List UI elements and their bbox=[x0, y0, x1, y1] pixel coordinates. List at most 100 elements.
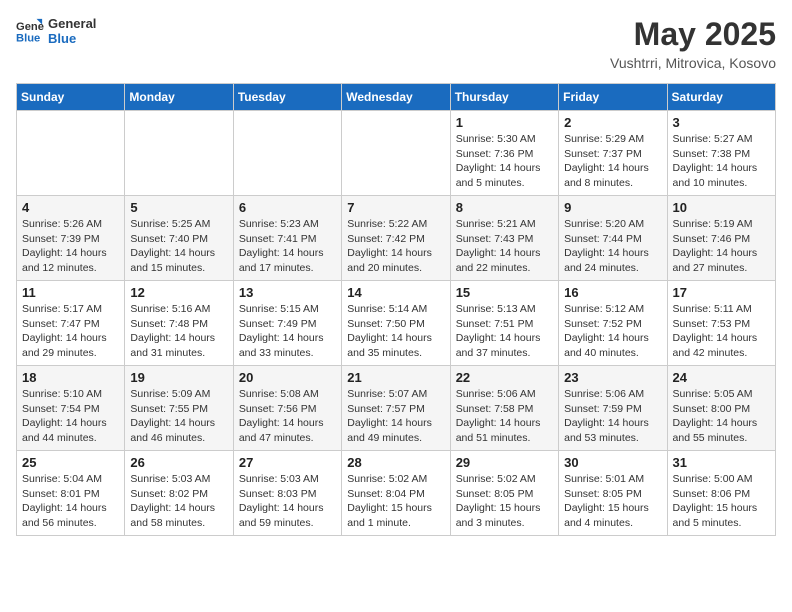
calendar-cell: 16 Sunrise: 5:12 AM Sunset: 7:52 PM Dayl… bbox=[559, 281, 667, 366]
calendar-cell bbox=[342, 111, 450, 196]
logo: General Blue General Blue bbox=[16, 16, 96, 46]
calendar-cell: 3 Sunrise: 5:27 AM Sunset: 7:38 PM Dayli… bbox=[667, 111, 775, 196]
weekday-header-tuesday: Tuesday bbox=[233, 84, 341, 111]
day-number: 31 bbox=[673, 455, 770, 470]
day-number: 16 bbox=[564, 285, 661, 300]
calendar-cell: 1 Sunrise: 5:30 AM Sunset: 7:36 PM Dayli… bbox=[450, 111, 558, 196]
calendar-cell: 6 Sunrise: 5:23 AM Sunset: 7:41 PM Dayli… bbox=[233, 196, 341, 281]
day-info: Sunrise: 5:17 AM Sunset: 7:47 PM Dayligh… bbox=[22, 302, 119, 361]
calendar-cell: 22 Sunrise: 5:06 AM Sunset: 7:58 PM Dayl… bbox=[450, 366, 558, 451]
calendar-cell: 29 Sunrise: 5:02 AM Sunset: 8:05 PM Dayl… bbox=[450, 451, 558, 536]
day-info: Sunrise: 5:22 AM Sunset: 7:42 PM Dayligh… bbox=[347, 217, 444, 276]
day-info: Sunrise: 5:15 AM Sunset: 7:49 PM Dayligh… bbox=[239, 302, 336, 361]
day-number: 9 bbox=[564, 200, 661, 215]
day-info: Sunrise: 5:25 AM Sunset: 7:40 PM Dayligh… bbox=[130, 217, 227, 276]
day-info: Sunrise: 5:03 AM Sunset: 8:03 PM Dayligh… bbox=[239, 472, 336, 531]
day-info: Sunrise: 5:02 AM Sunset: 8:05 PM Dayligh… bbox=[456, 472, 553, 531]
day-number: 5 bbox=[130, 200, 227, 215]
weekday-header-wednesday: Wednesday bbox=[342, 84, 450, 111]
day-number: 10 bbox=[673, 200, 770, 215]
calendar-cell: 25 Sunrise: 5:04 AM Sunset: 8:01 PM Dayl… bbox=[17, 451, 125, 536]
day-info: Sunrise: 5:05 AM Sunset: 8:00 PM Dayligh… bbox=[673, 387, 770, 446]
day-number: 21 bbox=[347, 370, 444, 385]
day-number: 29 bbox=[456, 455, 553, 470]
calendar-cell: 7 Sunrise: 5:22 AM Sunset: 7:42 PM Dayli… bbox=[342, 196, 450, 281]
calendar-cell: 15 Sunrise: 5:13 AM Sunset: 7:51 PM Dayl… bbox=[450, 281, 558, 366]
calendar-cell: 30 Sunrise: 5:01 AM Sunset: 8:05 PM Dayl… bbox=[559, 451, 667, 536]
calendar-cell: 24 Sunrise: 5:05 AM Sunset: 8:00 PM Dayl… bbox=[667, 366, 775, 451]
logo-icon: General Blue bbox=[16, 17, 44, 45]
page-header: General Blue General Blue May 2025 Vusht… bbox=[16, 16, 776, 71]
svg-text:General: General bbox=[16, 21, 44, 33]
day-number: 11 bbox=[22, 285, 119, 300]
day-number: 3 bbox=[673, 115, 770, 130]
calendar-cell: 14 Sunrise: 5:14 AM Sunset: 7:50 PM Dayl… bbox=[342, 281, 450, 366]
day-info: Sunrise: 5:06 AM Sunset: 7:58 PM Dayligh… bbox=[456, 387, 553, 446]
day-number: 26 bbox=[130, 455, 227, 470]
month-title: May 2025 bbox=[610, 16, 776, 53]
calendar-cell: 10 Sunrise: 5:19 AM Sunset: 7:46 PM Dayl… bbox=[667, 196, 775, 281]
calendar-cell: 2 Sunrise: 5:29 AM Sunset: 7:37 PM Dayli… bbox=[559, 111, 667, 196]
day-number: 17 bbox=[673, 285, 770, 300]
day-number: 6 bbox=[239, 200, 336, 215]
weekday-header-monday: Monday bbox=[125, 84, 233, 111]
day-number: 23 bbox=[564, 370, 661, 385]
calendar-cell: 5 Sunrise: 5:25 AM Sunset: 7:40 PM Dayli… bbox=[125, 196, 233, 281]
weekday-header-friday: Friday bbox=[559, 84, 667, 111]
day-number: 24 bbox=[673, 370, 770, 385]
calendar-cell: 20 Sunrise: 5:08 AM Sunset: 7:56 PM Dayl… bbox=[233, 366, 341, 451]
calendar-cell: 26 Sunrise: 5:03 AM Sunset: 8:02 PM Dayl… bbox=[125, 451, 233, 536]
calendar-cell: 28 Sunrise: 5:02 AM Sunset: 8:04 PM Dayl… bbox=[342, 451, 450, 536]
day-number: 4 bbox=[22, 200, 119, 215]
day-number: 27 bbox=[239, 455, 336, 470]
logo-general: General bbox=[48, 16, 96, 31]
day-info: Sunrise: 5:01 AM Sunset: 8:05 PM Dayligh… bbox=[564, 472, 661, 531]
day-number: 12 bbox=[130, 285, 227, 300]
calendar-table: SundayMondayTuesdayWednesdayThursdayFrid… bbox=[16, 83, 776, 536]
svg-text:Blue: Blue bbox=[16, 32, 40, 44]
day-number: 28 bbox=[347, 455, 444, 470]
day-number: 1 bbox=[456, 115, 553, 130]
calendar-cell: 11 Sunrise: 5:17 AM Sunset: 7:47 PM Dayl… bbox=[17, 281, 125, 366]
day-info: Sunrise: 5:29 AM Sunset: 7:37 PM Dayligh… bbox=[564, 132, 661, 191]
day-info: Sunrise: 5:03 AM Sunset: 8:02 PM Dayligh… bbox=[130, 472, 227, 531]
day-info: Sunrise: 5:06 AM Sunset: 7:59 PM Dayligh… bbox=[564, 387, 661, 446]
calendar-cell: 21 Sunrise: 5:07 AM Sunset: 7:57 PM Dayl… bbox=[342, 366, 450, 451]
logo-blue: Blue bbox=[48, 31, 76, 46]
day-number: 22 bbox=[456, 370, 553, 385]
day-info: Sunrise: 5:26 AM Sunset: 7:39 PM Dayligh… bbox=[22, 217, 119, 276]
calendar-cell: 17 Sunrise: 5:11 AM Sunset: 7:53 PM Dayl… bbox=[667, 281, 775, 366]
day-number: 13 bbox=[239, 285, 336, 300]
day-info: Sunrise: 5:16 AM Sunset: 7:48 PM Dayligh… bbox=[130, 302, 227, 361]
calendar-cell: 12 Sunrise: 5:16 AM Sunset: 7:48 PM Dayl… bbox=[125, 281, 233, 366]
calendar-cell: 4 Sunrise: 5:26 AM Sunset: 7:39 PM Dayli… bbox=[17, 196, 125, 281]
day-number: 19 bbox=[130, 370, 227, 385]
calendar-cell bbox=[125, 111, 233, 196]
location-title: Vushtrri, Mitrovica, Kosovo bbox=[610, 55, 776, 71]
calendar-cell bbox=[17, 111, 125, 196]
day-info: Sunrise: 5:23 AM Sunset: 7:41 PM Dayligh… bbox=[239, 217, 336, 276]
day-info: Sunrise: 5:10 AM Sunset: 7:54 PM Dayligh… bbox=[22, 387, 119, 446]
day-number: 25 bbox=[22, 455, 119, 470]
calendar-cell: 18 Sunrise: 5:10 AM Sunset: 7:54 PM Dayl… bbox=[17, 366, 125, 451]
day-info: Sunrise: 5:09 AM Sunset: 7:55 PM Dayligh… bbox=[130, 387, 227, 446]
calendar-cell: 19 Sunrise: 5:09 AM Sunset: 7:55 PM Dayl… bbox=[125, 366, 233, 451]
day-info: Sunrise: 5:07 AM Sunset: 7:57 PM Dayligh… bbox=[347, 387, 444, 446]
day-number: 30 bbox=[564, 455, 661, 470]
day-number: 8 bbox=[456, 200, 553, 215]
calendar-cell: 9 Sunrise: 5:20 AM Sunset: 7:44 PM Dayli… bbox=[559, 196, 667, 281]
calendar-cell bbox=[233, 111, 341, 196]
day-info: Sunrise: 5:14 AM Sunset: 7:50 PM Dayligh… bbox=[347, 302, 444, 361]
day-number: 7 bbox=[347, 200, 444, 215]
calendar-cell: 23 Sunrise: 5:06 AM Sunset: 7:59 PM Dayl… bbox=[559, 366, 667, 451]
day-info: Sunrise: 5:30 AM Sunset: 7:36 PM Dayligh… bbox=[456, 132, 553, 191]
day-number: 14 bbox=[347, 285, 444, 300]
day-number: 20 bbox=[239, 370, 336, 385]
day-number: 15 bbox=[456, 285, 553, 300]
day-info: Sunrise: 5:11 AM Sunset: 7:53 PM Dayligh… bbox=[673, 302, 770, 361]
day-info: Sunrise: 5:13 AM Sunset: 7:51 PM Dayligh… bbox=[456, 302, 553, 361]
day-info: Sunrise: 5:19 AM Sunset: 7:46 PM Dayligh… bbox=[673, 217, 770, 276]
weekday-header-sunday: Sunday bbox=[17, 84, 125, 111]
calendar-cell: 8 Sunrise: 5:21 AM Sunset: 7:43 PM Dayli… bbox=[450, 196, 558, 281]
day-info: Sunrise: 5:08 AM Sunset: 7:56 PM Dayligh… bbox=[239, 387, 336, 446]
